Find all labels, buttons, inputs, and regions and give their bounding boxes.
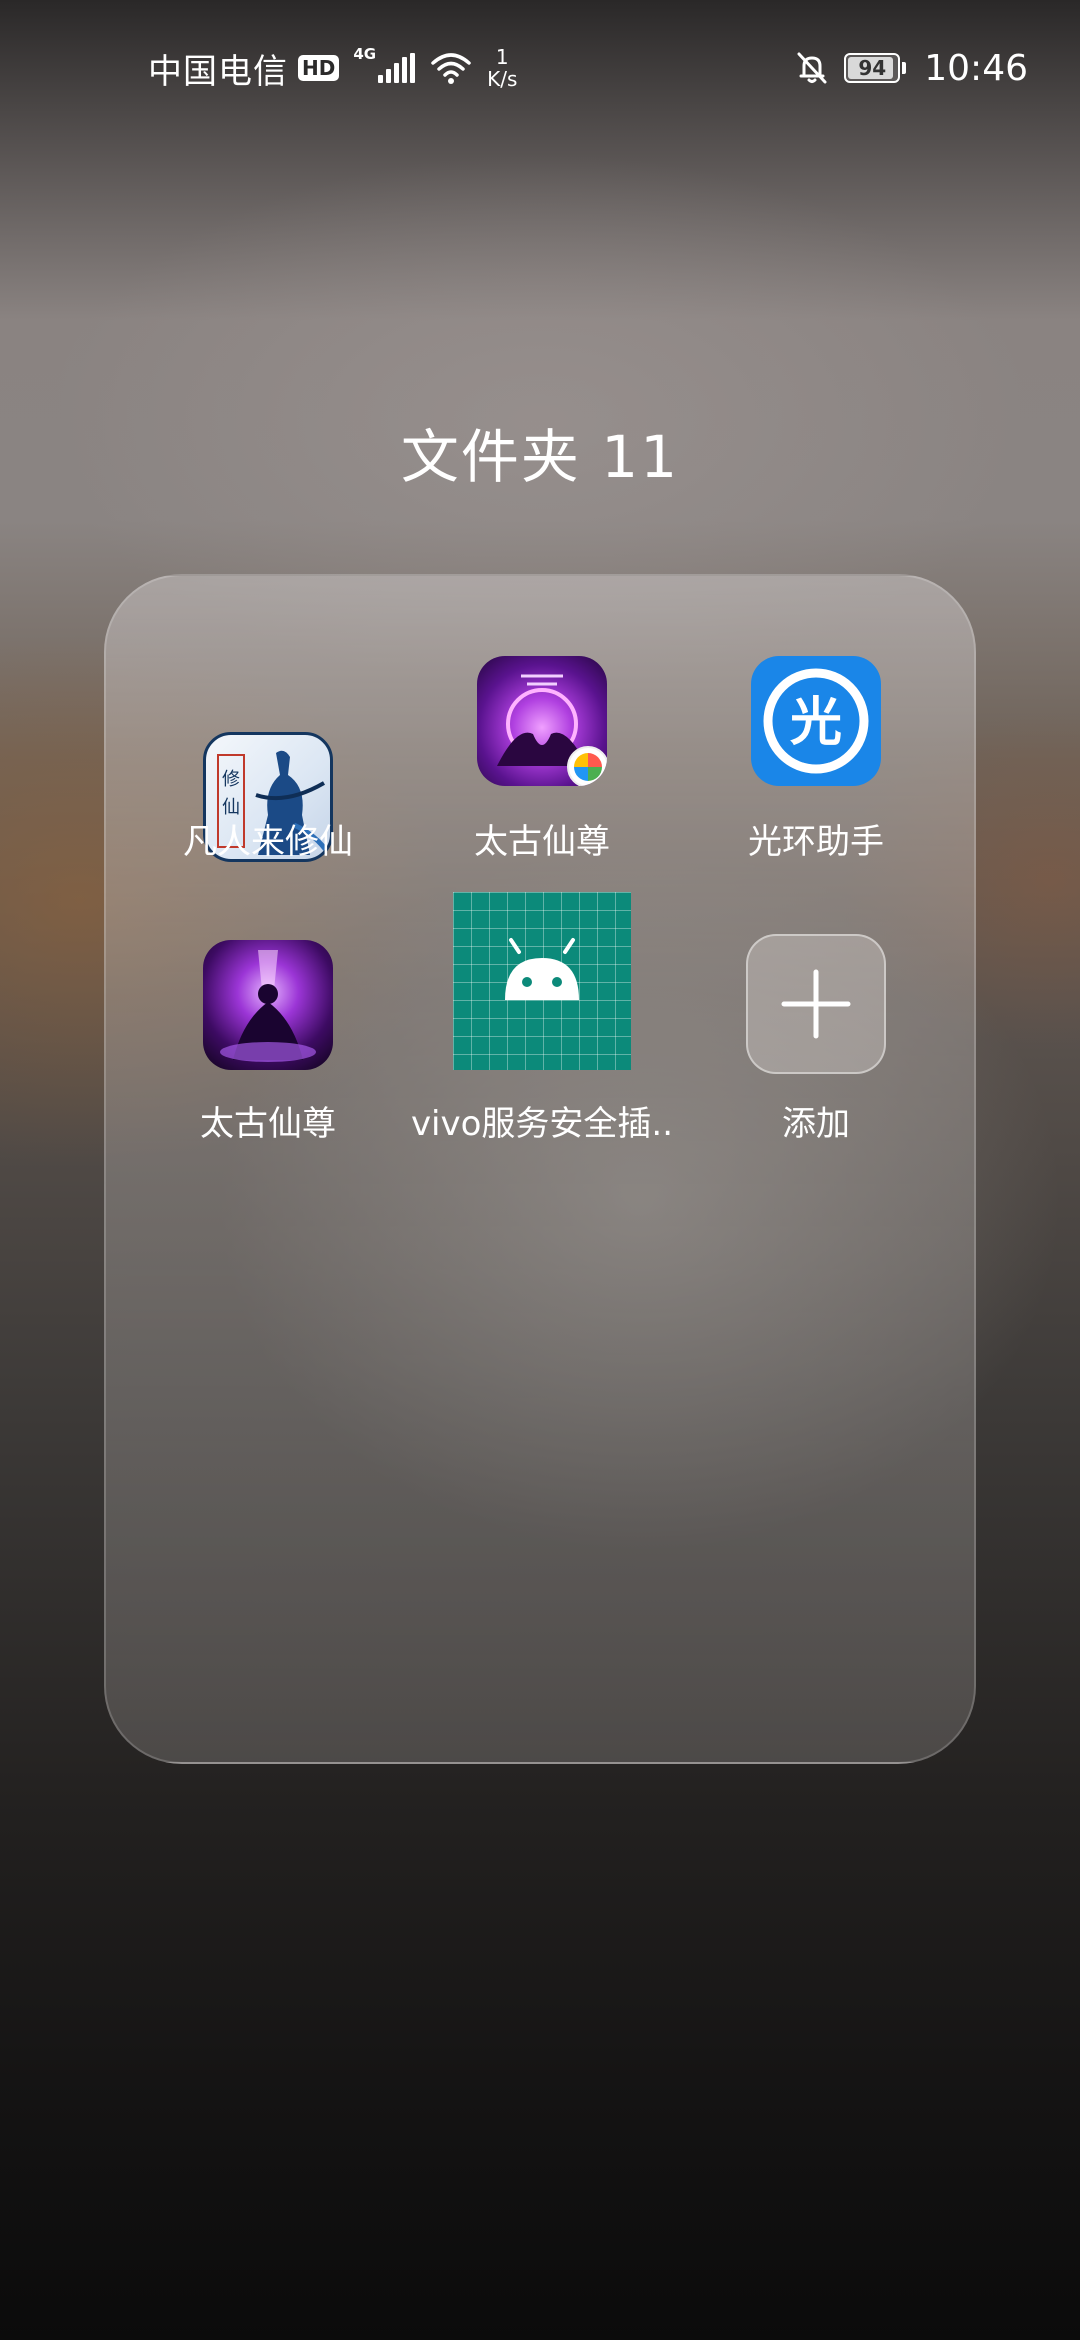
guanghuan-assistant-icon: 光 xyxy=(751,656,881,786)
signal-icon xyxy=(378,53,416,83)
status-bar-left: 中国电信 HD 4G 1 K/s xyxy=(148,42,517,94)
bell-muted-icon xyxy=(797,52,827,84)
plus-icon[interactable] xyxy=(746,934,886,1074)
speed-unit: K/s xyxy=(487,67,518,91)
network-speed: 1 K/s xyxy=(487,46,517,90)
svg-text:光: 光 xyxy=(790,693,842,753)
app-label: 太古仙尊 xyxy=(474,822,610,862)
hd-badge: HD xyxy=(298,55,340,81)
folder-title[interactable]: 文件夹 11 xyxy=(0,410,1080,494)
battery-icon: 94 xyxy=(844,53,907,83)
android-icon xyxy=(453,892,631,1070)
network-type: 4G xyxy=(353,45,377,63)
taigu-xianzun-icon xyxy=(477,656,607,786)
app-label: vivo服务安全插.. xyxy=(410,1104,674,1144)
status-bar: 中国电信 HD 4G 1 K/s 94 10:46 xyxy=(0,0,1080,130)
status-bar-right: 94 10:46 xyxy=(794,42,1028,94)
wifi-icon xyxy=(431,53,471,84)
app-label: 添加 xyxy=(782,1104,850,1144)
app-label: 太古仙尊 xyxy=(200,1104,336,1144)
app-label: 光环助手 xyxy=(748,822,884,862)
taigu-xianzun-icon xyxy=(203,940,333,1070)
battery-percent: 94 xyxy=(858,56,887,80)
carrier-name: 中国电信 xyxy=(148,51,288,92)
folder-panel: 修 仙 凡人来修仙 太古仙尊 光 光环助手 太古仙尊 vivo服务安全插.. 添… xyxy=(104,574,976,1764)
speed-value: 1 xyxy=(495,45,509,69)
game-center-badge-icon xyxy=(567,746,607,786)
app-label: 凡人来修仙 xyxy=(183,822,353,862)
clock: 10:46 xyxy=(924,47,1028,89)
